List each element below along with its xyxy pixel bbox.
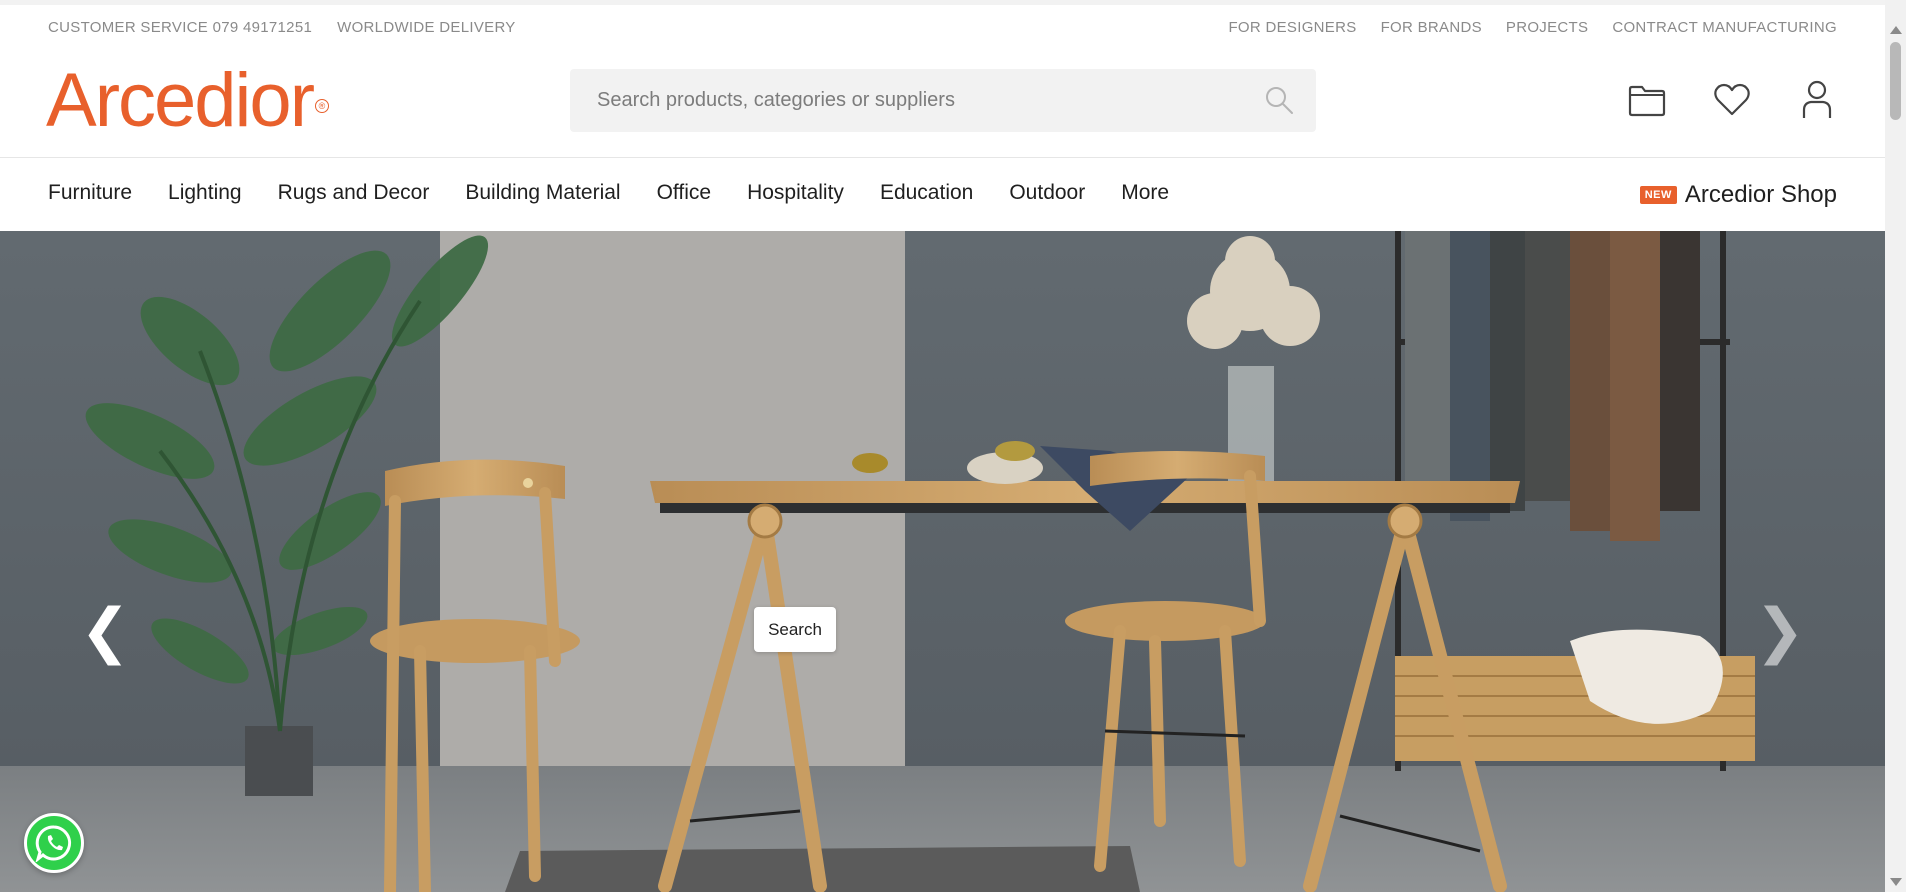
arcedior-shop-link[interactable]: NEW Arcedior Shop (1639, 181, 1837, 209)
scroll-up-arrow-icon[interactable] (1890, 26, 1902, 34)
logo[interactable]: Arcedior ® (46, 63, 329, 139)
nav-item-furniture[interactable]: Furniture (48, 181, 132, 205)
projects-link[interactable]: PROJECTS (1506, 19, 1588, 36)
for-brands-link[interactable]: FOR BRANDS (1381, 19, 1482, 36)
page: CUSTOMER SERVICE 079 49171251 WORLDWIDE … (0, 0, 1885, 892)
search-icon[interactable] (1264, 85, 1294, 115)
header-icons (1627, 80, 1837, 120)
utility-bar-right: FOR DESIGNERS FOR BRANDS PROJECTS CONTRA… (1228, 19, 1837, 36)
utility-bar-left: CUSTOMER SERVICE 079 49171251 WORLDWIDE … (48, 19, 516, 36)
scroll-down-arrow-icon[interactable] (1890, 878, 1902, 886)
hero-image (0, 231, 1885, 892)
folder-icon[interactable] (1627, 80, 1667, 120)
nav-item-building-material[interactable]: Building Material (465, 181, 620, 205)
nav-item-outdoor[interactable]: Outdoor (1009, 181, 1085, 205)
nav-item-education[interactable]: Education (880, 181, 973, 205)
for-designers-link[interactable]: FOR DESIGNERS (1228, 19, 1356, 36)
category-list: Furniture Lighting Rugs and Decor Buildi… (48, 181, 1169, 205)
nav-item-office[interactable]: Office (657, 181, 711, 205)
new-badge: NEW (1639, 186, 1677, 204)
logo-text: Arcedior (46, 58, 315, 143)
nav-item-lighting[interactable]: Lighting (168, 181, 242, 205)
user-icon[interactable] (1797, 80, 1837, 120)
shop-label: Arcedior Shop (1684, 181, 1837, 208)
search-bar (570, 69, 1316, 132)
header: Arcedior ® (0, 55, 1885, 158)
nav-item-more[interactable]: More (1121, 181, 1169, 205)
utility-bar: CUSTOMER SERVICE 079 49171251 WORLDWIDE … (0, 0, 1885, 55)
scroll-thumb[interactable] (1890, 42, 1901, 120)
whatsapp-icon (35, 825, 72, 862)
whatsapp-chat-button[interactable] (24, 813, 84, 873)
search-input[interactable] (570, 69, 1250, 132)
customer-service-link[interactable]: CUSTOMER SERVICE 079 49171251 (48, 19, 312, 36)
registered-mark: ® (315, 99, 329, 113)
hero-carousel: ❮ ❯ (0, 231, 1885, 892)
hero-search-button[interactable]: Search (754, 607, 836, 652)
carousel-prev-button[interactable]: ❮ (80, 601, 130, 661)
nav-item-hospitality[interactable]: Hospitality (747, 181, 844, 205)
category-nav: Furniture Lighting Rugs and Decor Buildi… (0, 159, 1885, 231)
page-scrollbar[interactable] (1885, 0, 1906, 892)
heart-icon[interactable] (1712, 80, 1752, 120)
carousel-next-button[interactable]: ❯ (1755, 601, 1805, 661)
nav-item-rugs-and-decor[interactable]: Rugs and Decor (278, 181, 430, 205)
worldwide-delivery-link[interactable]: WORLDWIDE DELIVERY (337, 19, 516, 36)
contract-manufacturing-link[interactable]: CONTRACT MANUFACTURING (1612, 19, 1837, 36)
